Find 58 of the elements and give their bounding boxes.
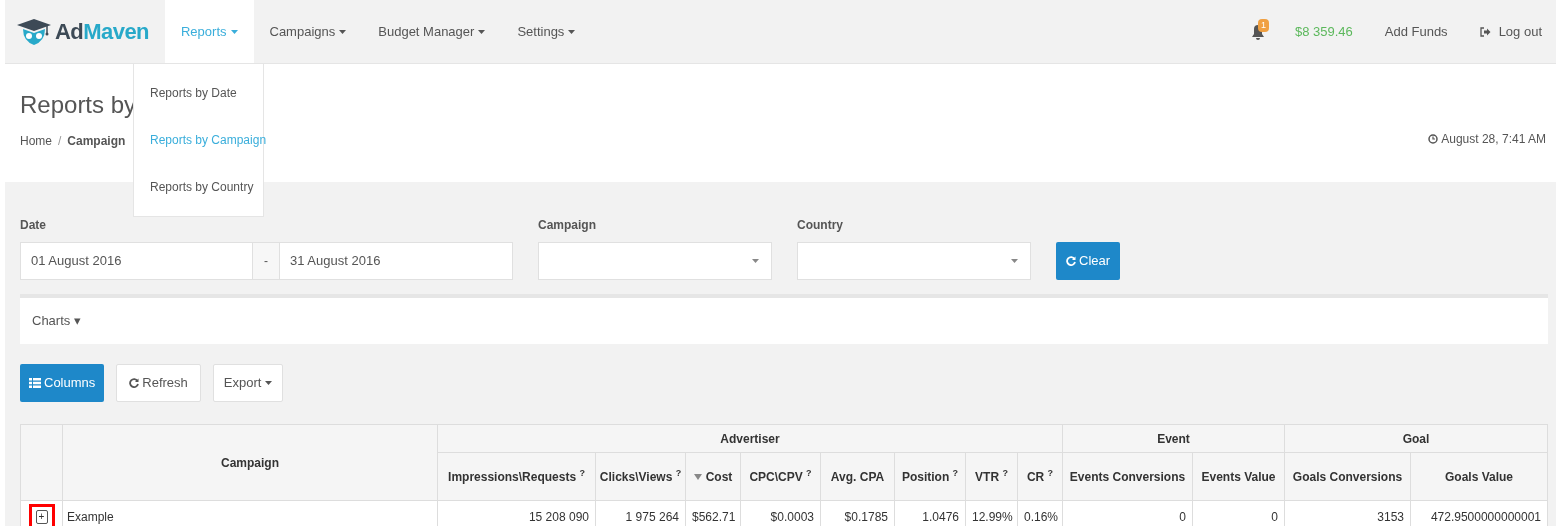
column-header[interactable]: Impressions\Requests $^{?}$	[437, 452, 596, 501]
logout-link[interactable]: Log out	[1479, 21, 1542, 42]
clock-icon	[1428, 134, 1439, 144]
column-header[interactable]: CPC\CPV $^{?}$	[740, 452, 821, 501]
breadcrumb-current: Campaign	[67, 133, 126, 150]
column-header[interactable]: Clicks\Views $^{?}$	[595, 452, 686, 501]
caret-icon	[752, 259, 759, 263]
campaign-label: Campaign	[538, 217, 597, 234]
caret-icon	[1011, 259, 1018, 263]
balance-amount: $8 359.46	[1294, 22, 1353, 41]
expand-button[interactable]: +	[35, 509, 48, 524]
country-label: Country	[797, 217, 844, 234]
date-separator: -	[253, 242, 279, 280]
date-from-field[interactable]: 01 August 2016	[20, 242, 253, 280]
column-header[interactable]: Avg. CPA	[820, 452, 895, 501]
country-select[interactable]	[797, 242, 1031, 280]
caret-icon	[478, 29, 486, 34]
caret-icon	[339, 29, 347, 34]
owl-logo-icon	[17, 16, 51, 47]
caret-icon	[265, 381, 273, 385]
date-label: Date	[20, 217, 47, 234]
date-to-field[interactable]: 31 August 2016	[279, 242, 513, 280]
sort-icon	[693, 474, 702, 481]
refresh-icon	[129, 378, 140, 388]
timestamp: August 28, 7:41 AM	[1441, 131, 1546, 148]
caret-icon	[230, 29, 238, 34]
logout-icon	[1479, 26, 1491, 37]
dropdown-item[interactable]: Reports by Country	[134, 177, 263, 196]
dropdown-item[interactable]: Reports by Date	[134, 84, 263, 103]
column-header[interactable]: Goals Value	[1410, 452, 1548, 501]
notification-badge: 1	[1257, 18, 1269, 32]
refresh-button[interactable]: Refresh	[116, 364, 201, 402]
add-funds-link[interactable]: Add Funds	[1384, 21, 1448, 42]
campaign-select[interactable]	[538, 242, 772, 280]
nav-menu[interactable]: Campaigns	[253, 0, 363, 63]
columns-button[interactable]: Columns	[20, 364, 105, 402]
nav-menu[interactable]: Budget Manager	[362, 0, 502, 63]
brand-name[interactable]: AdMaven	[55, 15, 149, 48]
group-header: Goal	[1284, 424, 1548, 453]
charts-toggle[interactable]: Charts ▾	[32, 311, 81, 331]
breadcrumb-separator: /	[58, 133, 62, 150]
refresh-icon	[1066, 256, 1076, 266]
column-header[interactable]: Events Conversions	[1062, 452, 1193, 501]
column-header: Campaign	[62, 424, 438, 501]
group-header: Event	[1062, 424, 1285, 453]
column-header[interactable]: VTR $^{?}$	[965, 452, 1018, 501]
column-header[interactable]: Position $^{?}$	[894, 452, 966, 501]
column-header[interactable]: Events Value	[1192, 452, 1285, 501]
column-header[interactable]: Goals Conversions	[1284, 452, 1411, 501]
export-button[interactable]: Export	[212, 364, 284, 402]
column-header[interactable]: Cost	[685, 452, 741, 501]
list-icon	[29, 378, 41, 388]
column-header[interactable]: CR $^{?}$	[1017, 452, 1063, 501]
group-header: Advertiser	[437, 424, 1063, 453]
nav-menu[interactable]: Settings	[501, 0, 592, 63]
clear-button[interactable]: Clear	[1056, 242, 1121, 280]
breadcrumb-link[interactable]: Home	[20, 132, 52, 150]
caret-icon	[568, 29, 576, 34]
